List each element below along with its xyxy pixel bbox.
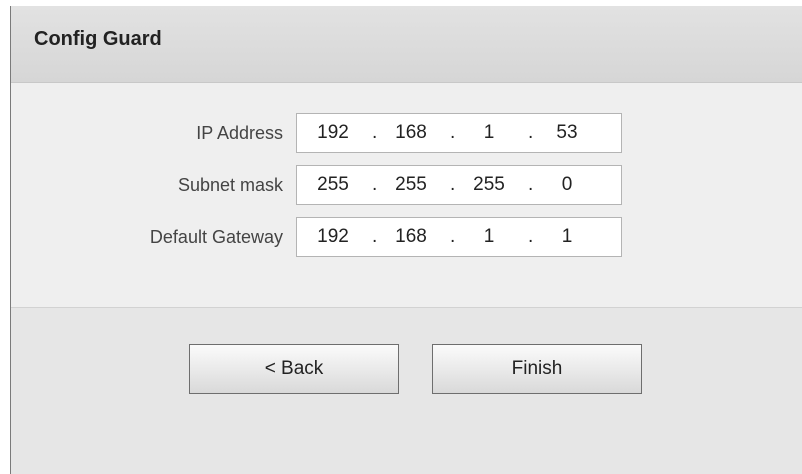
ip-address-row: IP Address 192 . 168 . 1 . 53 [11, 113, 802, 153]
default-gateway-octet-2[interactable]: 168 [387, 226, 435, 248]
ip-address-octet-2[interactable]: 168 [387, 122, 435, 144]
octet-separator: . [528, 174, 534, 195]
default-gateway-octet-4[interactable]: 1 [543, 226, 591, 248]
default-gateway-label: Default Gateway [149, 227, 283, 247]
octet-separator: . [372, 174, 378, 195]
ip-address-octet-1[interactable]: 192 [309, 122, 357, 144]
octet-separator: . [372, 122, 378, 143]
octet-separator: . [450, 122, 456, 143]
subnet-mask-octet-2[interactable]: 255 [387, 174, 435, 196]
default-gateway-octet-1[interactable]: 192 [309, 226, 357, 248]
subnet-mask-row: Subnet mask 255 . 255 . 255 . 0 [11, 165, 802, 205]
default-gateway-row: Default Gateway 192 . 168 . 1 . 1 [11, 217, 802, 257]
subnet-mask-octet-4[interactable]: 0 [543, 174, 591, 196]
octet-separator: . [528, 226, 534, 247]
ip-address-octet-4[interactable]: 53 [543, 122, 591, 144]
octet-separator: . [372, 226, 378, 247]
default-gateway-octet-3[interactable]: 1 [465, 226, 513, 248]
ip-address-field[interactable]: 192 . 168 . 1 . 53 [296, 113, 622, 153]
octet-separator: . [450, 226, 456, 247]
dialog-header: Config Guard [11, 6, 802, 83]
back-button[interactable]: < Back [189, 344, 399, 394]
default-gateway-field[interactable]: 192 . 168 . 1 . 1 [296, 217, 622, 257]
subnet-mask-octet-3[interactable]: 255 [465, 174, 513, 196]
subnet-mask-label: Subnet mask [177, 175, 283, 195]
finish-button[interactable]: Finish [432, 344, 642, 394]
ip-address-octet-3[interactable]: 1 [465, 122, 513, 144]
octet-separator: . [450, 174, 456, 195]
config-guard-dialog: Config Guard IP Address 192 . 168 . 1 . … [10, 6, 802, 474]
ip-address-label: IP Address [196, 123, 283, 143]
subnet-mask-octet-1[interactable]: 255 [309, 174, 357, 196]
dialog-title: Config Guard [34, 28, 162, 50]
subnet-mask-field[interactable]: 255 . 255 . 255 . 0 [296, 165, 622, 205]
octet-separator: . [528, 122, 534, 143]
button-bar: < Back Finish [11, 308, 802, 474]
network-form: IP Address 192 . 168 . 1 . 53 Subnet mas… [11, 83, 802, 308]
